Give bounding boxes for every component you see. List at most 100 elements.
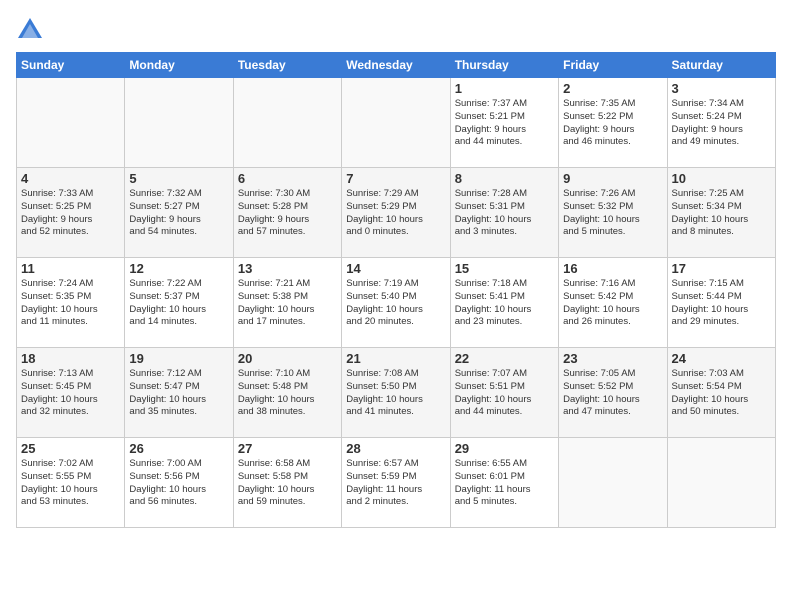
calendar-cell: 14Sunrise: 7:19 AM Sunset: 5:40 PM Dayli… bbox=[342, 258, 450, 348]
day-number: 20 bbox=[238, 351, 337, 366]
day-info: Sunrise: 7:22 AM Sunset: 5:37 PM Dayligh… bbox=[129, 278, 228, 329]
day-number: 15 bbox=[455, 261, 554, 276]
day-info: Sunrise: 7:25 AM Sunset: 5:34 PM Dayligh… bbox=[672, 188, 771, 239]
day-info: Sunrise: 6:55 AM Sunset: 6:01 PM Dayligh… bbox=[455, 458, 554, 509]
calendar-cell: 7 Sunrise: 7:29 AM Sunset: 5:29 PM Daylig… bbox=[342, 168, 450, 258]
weekday-header: Saturday bbox=[667, 53, 775, 78]
calendar-cell: 22 Sunrise: 7:07 AM Sunset: 5:51 PM Dayli… bbox=[450, 348, 558, 438]
day-number: 25 bbox=[21, 441, 120, 456]
day-number: 26 bbox=[129, 441, 228, 456]
day-number: 16 bbox=[563, 261, 662, 276]
calendar-cell bbox=[667, 438, 775, 528]
day-number: 18 bbox=[21, 351, 120, 366]
day-number: 27 bbox=[238, 441, 337, 456]
day-number: 10 bbox=[672, 171, 771, 186]
calendar-cell: 18 Sunrise: 7:13 AM Sunset: 5:45 PM Dayli… bbox=[17, 348, 125, 438]
day-info: Sunrise: 7:08 AM Sunset: 5:50 PM Dayligh… bbox=[346, 368, 445, 419]
day-number: 6 bbox=[238, 171, 337, 186]
page-header bbox=[16, 16, 776, 44]
day-info: Sunrise: 7:07 AM Sunset: 5:51 PM Dayligh… bbox=[455, 368, 554, 419]
day-info: Sunrise: 6:58 AM Sunset: 5:58 PM Dayligh… bbox=[238, 458, 337, 509]
day-number: 5 bbox=[129, 171, 228, 186]
calendar-cell: 8Sunrise: 7:28 AM Sunset: 5:31 PM Daylig… bbox=[450, 168, 558, 258]
calendar-cell: 16 Sunrise: 7:16 AM Sunset: 5:42 PM Dayli… bbox=[559, 258, 667, 348]
day-info: Sunrise: 7:03 AM Sunset: 5:54 PM Dayligh… bbox=[672, 368, 771, 419]
weekday-header: Thursday bbox=[450, 53, 558, 78]
day-info: Sunrise: 7:00 AM Sunset: 5:56 PM Dayligh… bbox=[129, 458, 228, 509]
calendar-cell bbox=[342, 78, 450, 168]
calendar-week-row: 25 Sunrise: 7:02 AM Sunset: 5:55 PM Dayli… bbox=[17, 438, 776, 528]
calendar-cell: 4 Sunrise: 7:33 AM Sunset: 5:25 PM Daylig… bbox=[17, 168, 125, 258]
calendar-week-row: 1 Sunrise: 7:37 AM Sunset: 5:21 PM Daylig… bbox=[17, 78, 776, 168]
day-info: Sunrise: 7:26 AM Sunset: 5:32 PM Dayligh… bbox=[563, 188, 662, 239]
calendar-cell: 10 Sunrise: 7:25 AM Sunset: 5:34 PM Dayli… bbox=[667, 168, 775, 258]
calendar-cell: 9 Sunrise: 7:26 AM Sunset: 5:32 PM Daylig… bbox=[559, 168, 667, 258]
day-info: Sunrise: 7:16 AM Sunset: 5:42 PM Dayligh… bbox=[563, 278, 662, 329]
day-info: Sunrise: 7:13 AM Sunset: 5:45 PM Dayligh… bbox=[21, 368, 120, 419]
day-info: Sunrise: 7:21 AM Sunset: 5:38 PM Dayligh… bbox=[238, 278, 337, 329]
calendar-cell: 2Sunrise: 7:35 AM Sunset: 5:22 PM Daylig… bbox=[559, 78, 667, 168]
day-number: 28 bbox=[346, 441, 445, 456]
calendar-cell: 27 Sunrise: 6:58 AM Sunset: 5:58 PM Dayli… bbox=[233, 438, 341, 528]
day-number: 24 bbox=[672, 351, 771, 366]
calendar-cell: 24 Sunrise: 7:03 AM Sunset: 5:54 PM Dayli… bbox=[667, 348, 775, 438]
day-number: 19 bbox=[129, 351, 228, 366]
calendar-cell: 28 Sunrise: 6:57 AM Sunset: 5:59 PM Dayli… bbox=[342, 438, 450, 528]
day-number: 14 bbox=[346, 261, 445, 276]
day-info: Sunrise: 7:15 AM Sunset: 5:44 PM Dayligh… bbox=[672, 278, 771, 329]
calendar-week-row: 11 Sunrise: 7:24 AM Sunset: 5:35 PM Dayli… bbox=[17, 258, 776, 348]
calendar-cell bbox=[125, 78, 233, 168]
day-info: Sunrise: 7:18 AM Sunset: 5:41 PM Dayligh… bbox=[455, 278, 554, 329]
calendar-cell: 6 Sunrise: 7:30 AM Sunset: 5:28 PM Daylig… bbox=[233, 168, 341, 258]
day-info: Sunrise: 7:35 AM Sunset: 5:22 PM Dayligh… bbox=[563, 98, 662, 149]
day-number: 29 bbox=[455, 441, 554, 456]
day-number: 13 bbox=[238, 261, 337, 276]
day-info: Sunrise: 7:29 AM Sunset: 5:29 PM Dayligh… bbox=[346, 188, 445, 239]
day-number: 11 bbox=[21, 261, 120, 276]
day-info: Sunrise: 7:37 AM Sunset: 5:21 PM Dayligh… bbox=[455, 98, 554, 149]
calendar-cell: 11 Sunrise: 7:24 AM Sunset: 5:35 PM Dayli… bbox=[17, 258, 125, 348]
day-number: 23 bbox=[563, 351, 662, 366]
calendar-cell: 26 Sunrise: 7:00 AM Sunset: 5:56 PM Dayli… bbox=[125, 438, 233, 528]
day-number: 3 bbox=[672, 81, 771, 96]
calendar-table: SundayMondayTuesdayWednesdayThursdayFrid… bbox=[16, 52, 776, 528]
day-info: Sunrise: 7:12 AM Sunset: 5:47 PM Dayligh… bbox=[129, 368, 228, 419]
day-number: 4 bbox=[21, 171, 120, 186]
day-number: 12 bbox=[129, 261, 228, 276]
calendar-cell: 15 Sunrise: 7:18 AM Sunset: 5:41 PM Dayli… bbox=[450, 258, 558, 348]
day-number: 7 bbox=[346, 171, 445, 186]
day-number: 9 bbox=[563, 171, 662, 186]
calendar-cell: 25 Sunrise: 7:02 AM Sunset: 5:55 PM Dayli… bbox=[17, 438, 125, 528]
day-info: Sunrise: 7:32 AM Sunset: 5:27 PM Dayligh… bbox=[129, 188, 228, 239]
day-info: Sunrise: 7:30 AM Sunset: 5:28 PM Dayligh… bbox=[238, 188, 337, 239]
calendar-cell: 13 Sunrise: 7:21 AM Sunset: 5:38 PM Dayli… bbox=[233, 258, 341, 348]
calendar-cell bbox=[559, 438, 667, 528]
calendar-cell: 5 Sunrise: 7:32 AM Sunset: 5:27 PM Daylig… bbox=[125, 168, 233, 258]
weekday-header-row: SundayMondayTuesdayWednesdayThursdayFrid… bbox=[17, 53, 776, 78]
day-info: Sunrise: 7:33 AM Sunset: 5:25 PM Dayligh… bbox=[21, 188, 120, 239]
day-number: 22 bbox=[455, 351, 554, 366]
weekday-header: Wednesday bbox=[342, 53, 450, 78]
calendar-cell bbox=[17, 78, 125, 168]
day-info: Sunrise: 7:34 AM Sunset: 5:24 PM Dayligh… bbox=[672, 98, 771, 149]
weekday-header: Friday bbox=[559, 53, 667, 78]
calendar-cell bbox=[233, 78, 341, 168]
day-number: 8 bbox=[455, 171, 554, 186]
calendar-cell: 23Sunrise: 7:05 AM Sunset: 5:52 PM Dayli… bbox=[559, 348, 667, 438]
day-info: Sunrise: 7:24 AM Sunset: 5:35 PM Dayligh… bbox=[21, 278, 120, 329]
day-info: Sunrise: 7:10 AM Sunset: 5:48 PM Dayligh… bbox=[238, 368, 337, 419]
day-info: Sunrise: 7:02 AM Sunset: 5:55 PM Dayligh… bbox=[21, 458, 120, 509]
weekday-header: Sunday bbox=[17, 53, 125, 78]
weekday-header: Tuesday bbox=[233, 53, 341, 78]
calendar-cell: 1 Sunrise: 7:37 AM Sunset: 5:21 PM Daylig… bbox=[450, 78, 558, 168]
logo-icon bbox=[16, 16, 44, 44]
day-info: Sunrise: 6:57 AM Sunset: 5:59 PM Dayligh… bbox=[346, 458, 445, 509]
calendar-week-row: 4 Sunrise: 7:33 AM Sunset: 5:25 PM Daylig… bbox=[17, 168, 776, 258]
calendar-week-row: 18 Sunrise: 7:13 AM Sunset: 5:45 PM Dayli… bbox=[17, 348, 776, 438]
weekday-header: Monday bbox=[125, 53, 233, 78]
day-number: 1 bbox=[455, 81, 554, 96]
calendar-cell: 20 Sunrise: 7:10 AM Sunset: 5:48 PM Dayli… bbox=[233, 348, 341, 438]
calendar-cell: 17 Sunrise: 7:15 AM Sunset: 5:44 PM Dayli… bbox=[667, 258, 775, 348]
day-number: 21 bbox=[346, 351, 445, 366]
day-number: 17 bbox=[672, 261, 771, 276]
